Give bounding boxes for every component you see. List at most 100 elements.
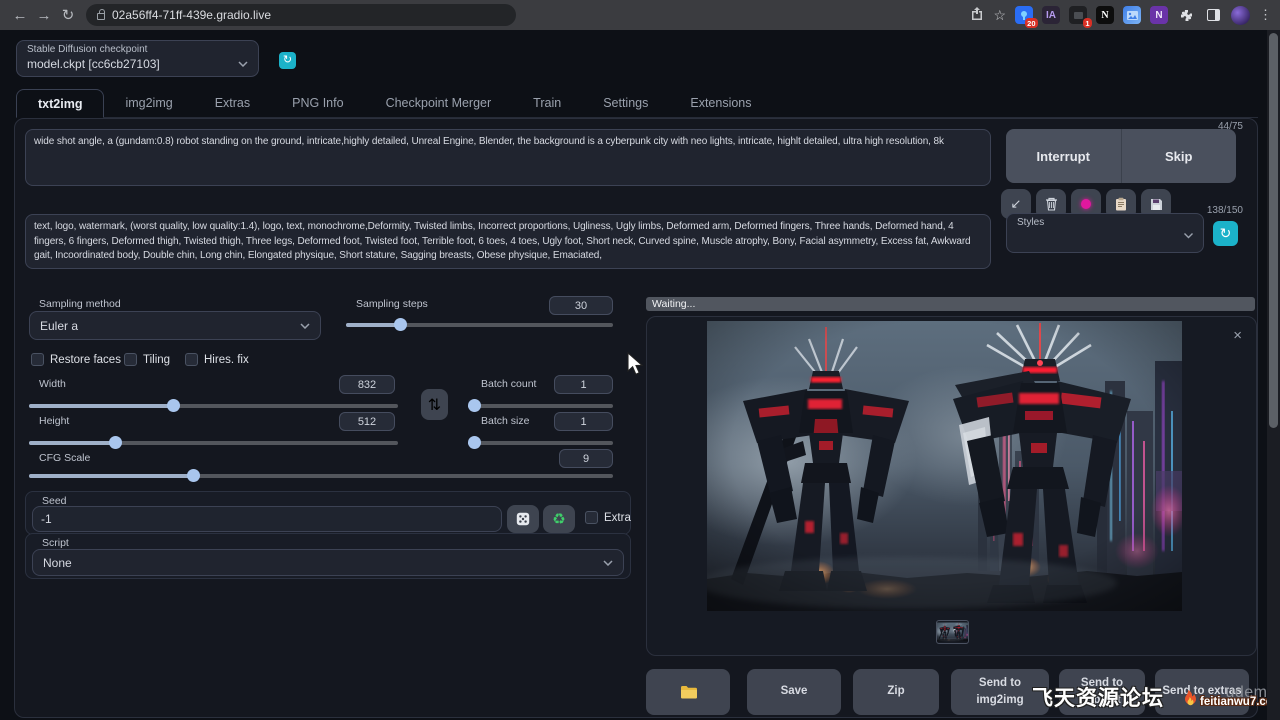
restore-faces-label: Restore faces xyxy=(50,354,121,366)
tiling-checkbox[interactable]: Tiling xyxy=(124,353,170,366)
mouse-cursor xyxy=(627,352,644,376)
script-select[interactable]: None xyxy=(32,549,624,576)
onenote-icon[interactable]: N xyxy=(1150,6,1168,24)
styles-refresh-icon[interactable]: ↻ xyxy=(1213,221,1238,246)
tab-checkpoint-merger[interactable]: Checkpoint Merger xyxy=(365,89,513,117)
profile-avatar[interactable] xyxy=(1231,6,1250,25)
sampling-method-value: Euler a xyxy=(40,319,78,333)
page-scrollbar[interactable] xyxy=(1267,30,1280,720)
cfg-scale-label: CFG Scale xyxy=(39,452,90,464)
checkpoint-value: model.ckpt [cc6cb27103] xyxy=(27,57,160,71)
run-controls: Interrupt Skip xyxy=(1006,129,1236,183)
batch-size-slider[interactable] xyxy=(468,441,613,445)
image-ext-icon[interactable] xyxy=(1123,6,1141,24)
sampling-steps-slider[interactable] xyxy=(346,323,613,327)
gallery-thumbnail[interactable] xyxy=(937,621,968,643)
share-icon[interactable] xyxy=(970,7,984,23)
progress-bar: Waiting... xyxy=(646,297,1255,311)
folder-icon xyxy=(680,685,697,699)
hires-fix-label: Hires. fix xyxy=(204,354,249,366)
address-bar[interactable]: 02a56ff4-71ff-439e.gradio.live xyxy=(86,4,516,26)
menu-kebab-icon[interactable]: ⋮ xyxy=(1259,7,1272,23)
save-button[interactable]: Save xyxy=(747,669,841,715)
lock-icon xyxy=(97,13,105,20)
back-icon[interactable]: ← xyxy=(8,7,32,24)
script-label: Script xyxy=(42,537,69,549)
reload-icon[interactable]: ↻ xyxy=(56,6,80,24)
tab-train[interactable]: Train xyxy=(512,89,582,117)
width-slider[interactable] xyxy=(29,404,398,408)
extension-dark-icon[interactable]: 1 xyxy=(1069,6,1087,24)
batch-count-slider[interactable] xyxy=(468,404,613,408)
skip-button[interactable]: Skip xyxy=(1121,129,1237,183)
send-to-inpaint-button[interactable]: Send to inpaint xyxy=(1059,669,1145,715)
chevron-down-icon xyxy=(300,323,310,329)
extension-badge: 20 xyxy=(1025,18,1038,28)
height-label: Height xyxy=(39,415,69,427)
batch-size-label: Batch size xyxy=(481,415,529,427)
width-label: Width xyxy=(39,378,66,390)
extension-ia-icon[interactable]: IA xyxy=(1042,6,1060,24)
script-value: None xyxy=(43,556,72,570)
seed-group: Seed -1 ♻ Extra xyxy=(25,491,631,535)
generated-image[interactable] xyxy=(707,321,1182,611)
sampling-steps-value[interactable]: 30 xyxy=(549,296,613,315)
restore-faces-checkbox[interactable]: Restore faces xyxy=(31,353,121,366)
notion-icon[interactable]: N xyxy=(1096,6,1114,24)
send-to-extras-button[interactable]: Send to extras xyxy=(1155,669,1249,715)
extensions-puzzle-icon[interactable] xyxy=(1177,6,1195,24)
random-seed-dice-icon[interactable] xyxy=(507,505,539,533)
zip-button[interactable]: Zip xyxy=(853,669,939,715)
browser-window: ← → ↻ 02a56ff4-71ff-439e.gradio.live ☆ 2… xyxy=(0,0,1280,720)
forward-icon[interactable]: → xyxy=(32,7,56,24)
bookmark-star-icon[interactable]: ☆ xyxy=(993,7,1006,24)
negative-prompt-input[interactable]: text, logo, watermark, (worst quality, l… xyxy=(25,214,991,269)
height-slider[interactable] xyxy=(29,441,398,445)
checkpoint-refresh-icon[interactable]: ↻ xyxy=(279,52,296,69)
tab-extensions[interactable]: Extensions xyxy=(669,89,772,117)
browser-toolbar: ← → ↻ 02a56ff4-71ff-439e.gradio.live ☆ 2… xyxy=(0,0,1280,30)
styles-caret-icon xyxy=(1184,231,1193,242)
output-gallery-panel: × xyxy=(646,316,1257,656)
tab-settings[interactable]: Settings xyxy=(582,89,669,117)
width-value[interactable]: 832 xyxy=(339,375,395,394)
styles-dropdown[interactable]: Styles xyxy=(1006,213,1204,253)
extra-seed-checkbox[interactable]: Extra xyxy=(585,511,631,524)
prompt-input[interactable]: wide shot angle, a (gundam:0.8) robot st… xyxy=(25,129,991,186)
cfg-scale-value[interactable]: 9 xyxy=(559,449,613,468)
sampling-steps-label: Sampling steps xyxy=(356,298,428,310)
batch-count-value[interactable]: 1 xyxy=(554,375,613,394)
extension-pin-icon[interactable]: 20 xyxy=(1015,6,1033,24)
side-panel-icon[interactable] xyxy=(1204,6,1222,24)
reuse-seed-recycle-icon[interactable]: ♻ xyxy=(543,505,575,533)
scrollbar-thumb[interactable] xyxy=(1269,33,1278,428)
seed-input[interactable]: -1 xyxy=(32,506,502,532)
sampling-method-select[interactable]: Euler a xyxy=(29,311,321,340)
checkpoint-label: Stable Diffusion checkpoint xyxy=(27,44,248,55)
chevron-down-icon xyxy=(603,560,613,566)
batch-count-label: Batch count xyxy=(481,378,536,390)
height-value[interactable]: 512 xyxy=(339,412,395,431)
close-icon[interactable]: × xyxy=(1233,327,1242,344)
script-group: Script None xyxy=(25,533,631,579)
extra-seed-label: Extra xyxy=(604,512,631,524)
cfg-scale-slider[interactable] xyxy=(29,474,613,478)
swap-dimensions-icon[interactable]: ⇅ xyxy=(421,389,448,420)
url-text: 02a56ff4-71ff-439e.gradio.live xyxy=(112,8,271,22)
styles-label: Styles xyxy=(1017,217,1193,228)
checkpoint-dropdown[interactable]: Stable Diffusion checkpoint model.ckpt [… xyxy=(16,40,259,77)
tab-txt2img[interactable]: txt2img xyxy=(16,89,104,118)
interrupt-button[interactable]: Interrupt xyxy=(1006,129,1121,183)
send-to-img2img-button[interactable]: Send to img2img xyxy=(951,669,1049,715)
sampling-method-label: Sampling method xyxy=(39,298,121,310)
txt2img-panel: 44/75 wide shot angle, a (gundam:0.8) ro… xyxy=(14,118,1258,718)
tab-img2img[interactable]: img2img xyxy=(104,89,193,117)
chevron-down-icon xyxy=(238,59,248,70)
negative-prompt-counter: 138/150 xyxy=(1207,205,1243,216)
open-folder-button[interactable] xyxy=(646,669,730,715)
hires-fix-checkbox[interactable]: Hires. fix xyxy=(185,353,249,366)
tab-extras[interactable]: Extras xyxy=(194,89,271,117)
tab-png-info[interactable]: PNG Info xyxy=(271,89,364,117)
extension-badge-2: 1 xyxy=(1083,18,1092,28)
batch-size-value[interactable]: 1 xyxy=(554,412,613,431)
